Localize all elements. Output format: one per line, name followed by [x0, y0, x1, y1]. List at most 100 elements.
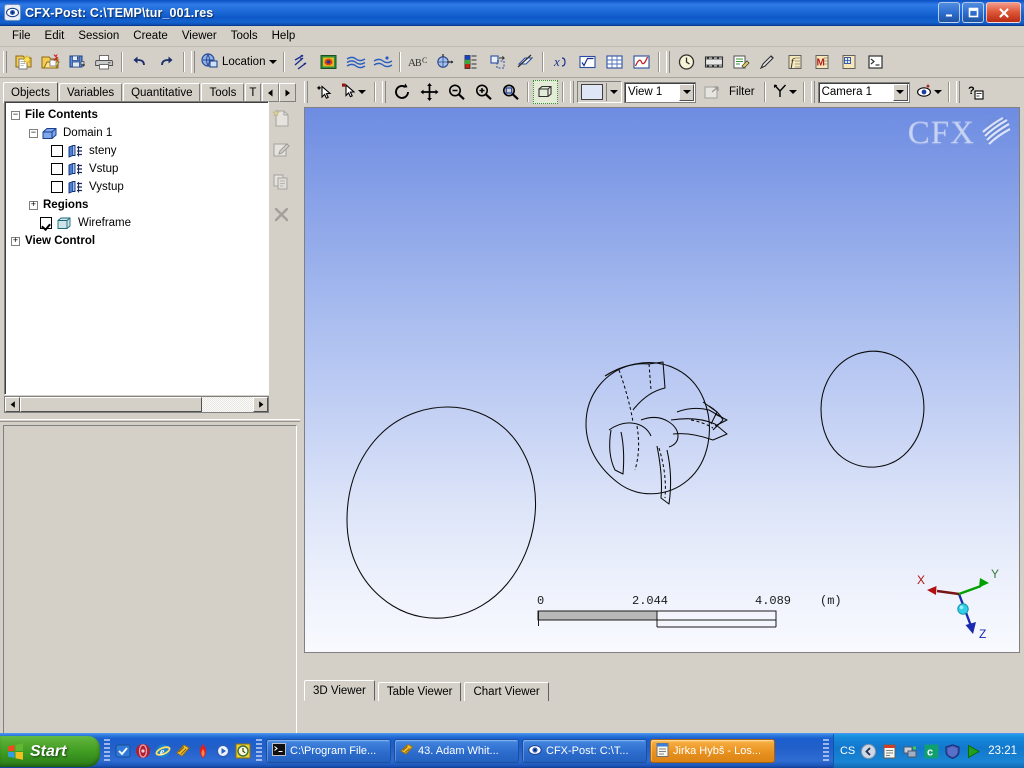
axis-orientation-dropdown[interactable]: [769, 81, 800, 103]
duplicate-object-icon[interactable]: [271, 170, 293, 194]
tree-row-regions[interactable]: + Regions: [9, 196, 268, 214]
mesh-calculator-icon[interactable]: [836, 50, 861, 74]
zoom-box-icon[interactable]: [444, 80, 469, 104]
close-button[interactable]: [986, 2, 1021, 23]
visibility-checkbox[interactable]: [51, 181, 63, 193]
timestep-icon[interactable]: [674, 50, 699, 74]
clock-app-icon[interactable]: [234, 742, 252, 760]
expander-icon[interactable]: +: [11, 236, 20, 246]
chevron-down-icon[interactable]: [606, 83, 621, 101]
particle-track-icon[interactable]: [370, 50, 395, 74]
visibility-dropdown[interactable]: [913, 81, 945, 103]
tab-turbo[interactable]: T: [245, 83, 262, 102]
tab-scroll-left-button[interactable]: [262, 83, 280, 102]
expander-icon[interactable]: +: [29, 200, 38, 210]
instance-transform-icon[interactable]: [486, 50, 511, 74]
expander-icon[interactable]: −: [29, 128, 38, 138]
tab-table-viewer[interactable]: Table Viewer: [377, 682, 462, 701]
tray-messenger-icon[interactable]: c: [923, 743, 939, 759]
toolbar-grip[interactable]: [666, 51, 671, 73]
fit-view-icon[interactable]: [498, 80, 523, 104]
macro-calculator-icon[interactable]: M: [809, 50, 834, 74]
menu-item-session[interactable]: Session: [71, 28, 126, 44]
animation-icon[interactable]: [701, 50, 726, 74]
text-icon[interactable]: A B C: [405, 50, 430, 74]
open-file-icon[interactable]: [38, 50, 63, 74]
visibility-checkbox[interactable]: [51, 163, 63, 175]
probe-icon[interactable]: [755, 50, 780, 74]
task-button-cfx-post[interactable]: CFX-Post: C:\T...: [522, 739, 647, 763]
minimize-button[interactable]: [938, 2, 960, 23]
task-button-command-prompt[interactable]: C:\Program File...: [266, 739, 391, 763]
menu-item-help[interactable]: Help: [265, 28, 303, 44]
visibility-checkbox[interactable]: [40, 217, 52, 229]
toolbar-grip[interactable]: [955, 81, 960, 103]
dvd-player-icon[interactable]: [214, 742, 232, 760]
chevron-down-icon[interactable]: [679, 83, 694, 101]
tree-row-vstup[interactable]: Vstup: [9, 160, 268, 178]
toolbar-grip[interactable]: [304, 81, 308, 103]
tray-notepad-icon[interactable]: [881, 743, 897, 759]
visibility-checkbox[interactable]: [51, 145, 63, 157]
clock[interactable]: 23:21: [988, 745, 1017, 757]
scrollbar-track[interactable]: [202, 397, 253, 412]
function-calculator-icon[interactable]: f: [782, 50, 807, 74]
chevron-down-icon[interactable]: [933, 90, 942, 94]
tree-horizontal-scrollbar[interactable]: [4, 396, 269, 413]
context-help-icon[interactable]: ?: [964, 80, 989, 104]
objects-tree[interactable]: − File Contents − Domain 1 steny Vstup V…: [4, 101, 269, 395]
tab-objects[interactable]: Objects: [3, 82, 58, 103]
toolbar-grip[interactable]: [3, 51, 7, 73]
new-object-icon[interactable]: [271, 106, 293, 130]
tab-chart-viewer[interactable]: Chart Viewer: [464, 682, 549, 701]
background-color-swatch[interactable]: [577, 81, 622, 103]
command-editor-icon[interactable]: [863, 50, 888, 74]
delete-object-icon[interactable]: [271, 202, 293, 226]
tree-row-vystup[interactable]: Vystup: [9, 178, 268, 196]
new-file-icon[interactable]: [11, 50, 36, 74]
tree-row-domain-1[interactable]: − Domain 1: [9, 124, 268, 142]
tab-tools[interactable]: Tools: [201, 83, 245, 102]
toggle-bounding-box-icon[interactable]: [533, 80, 558, 104]
scrollbar-thumb[interactable]: [20, 397, 202, 412]
chevron-down-icon[interactable]: [269, 60, 278, 64]
internet-explorer-icon[interactable]: e: [154, 742, 172, 760]
pan-icon[interactable]: [417, 80, 442, 104]
chevron-down-icon[interactable]: [358, 90, 366, 94]
task-button-notepad[interactable]: Jirka Hybš - Los...: [650, 739, 775, 763]
chevron-down-icon[interactable]: [892, 83, 908, 101]
streamline-icon[interactable]: [343, 50, 368, 74]
view-dropdown[interactable]: View 1: [624, 81, 696, 103]
taskbar-grip[interactable]: [104, 739, 110, 763]
pick-single-icon[interactable]: [312, 80, 337, 104]
tab-3d-viewer[interactable]: 3D Viewer: [304, 680, 375, 701]
tray-network-icon[interactable]: [902, 743, 918, 759]
flame-icon[interactable]: [194, 742, 212, 760]
menu-item-tools[interactable]: Tools: [224, 28, 265, 44]
variable-icon[interactable]: [575, 50, 600, 74]
menu-item-create[interactable]: Create: [126, 28, 175, 44]
show-desktop-icon[interactable]: [114, 742, 132, 760]
pick-mode-dropdown[interactable]: [338, 81, 371, 103]
tab-quantitative[interactable]: Quantitative: [123, 83, 201, 102]
clip-plane-icon[interactable]: [513, 50, 538, 74]
toolbar-grip[interactable]: [810, 81, 815, 103]
tree-row-steny[interactable]: steny: [9, 142, 268, 160]
language-indicator[interactable]: CS: [840, 745, 855, 757]
undo-icon[interactable]: [127, 50, 152, 74]
zoom-icon[interactable]: [471, 80, 496, 104]
coordinate-frame-icon[interactable]: [432, 50, 457, 74]
tree-row-view-control[interactable]: + View Control: [9, 232, 268, 250]
table-icon[interactable]: [602, 50, 627, 74]
media-player-icon[interactable]: [134, 742, 152, 760]
snapshot-icon[interactable]: [699, 80, 724, 104]
3d-viewport[interactable]: CFX 0 2.044 4.089 (m) Z Y X: [304, 107, 1020, 653]
tab-variables[interactable]: Variables: [59, 83, 123, 102]
rotate-icon[interactable]: [390, 80, 415, 104]
toolbar-grip[interactable]: [191, 51, 195, 73]
expression-icon[interactable]: x: [548, 50, 573, 74]
taskbar-grip[interactable]: [256, 739, 262, 763]
report-icon[interactable]: [728, 50, 753, 74]
scroll-left-arrow[interactable]: [5, 397, 20, 412]
tray-play-icon[interactable]: [965, 743, 981, 759]
